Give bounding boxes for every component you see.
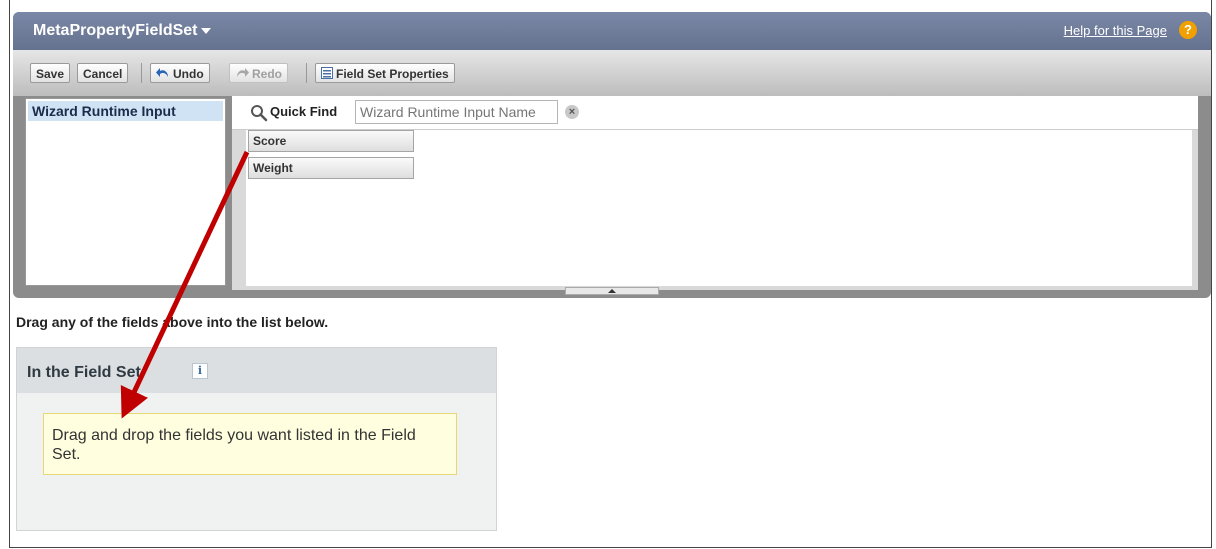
annotation-arrow	[120, 150, 250, 419]
arrow-line	[120, 150, 250, 419]
